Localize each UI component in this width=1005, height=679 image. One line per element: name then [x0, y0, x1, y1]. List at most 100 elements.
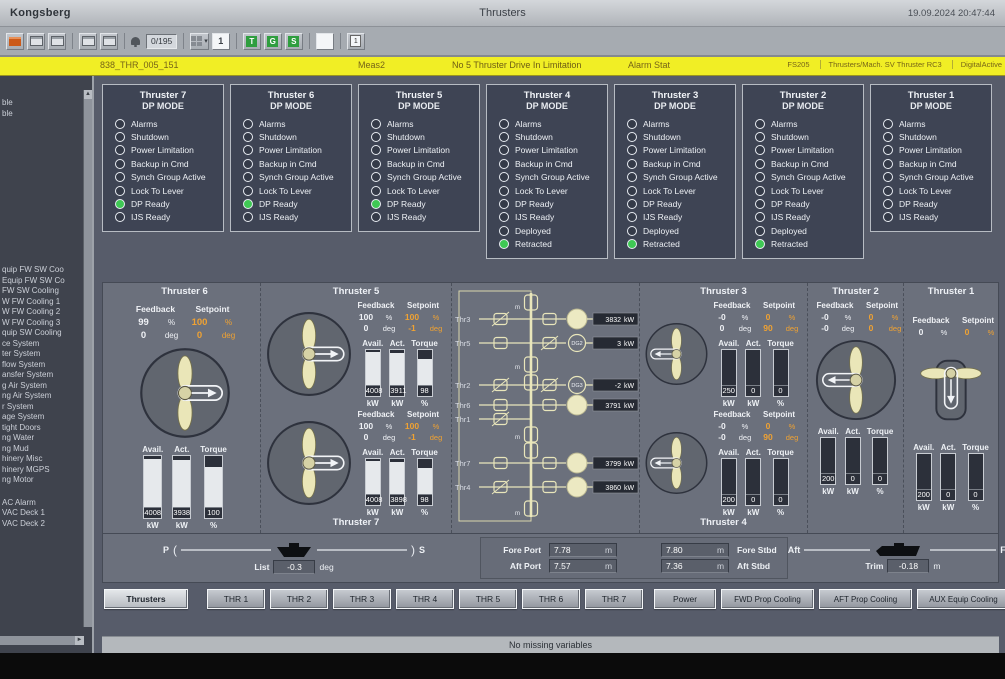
nav-button[interactable]: AUX Equip Cooling — [917, 589, 1005, 609]
mode-label: DP MODE — [491, 101, 603, 111]
sidebar-item[interactable]: VAC Deck 2 — [0, 519, 92, 530]
sidebar-item[interactable]: VAC Deck 1 — [0, 508, 92, 519]
led-indicator-icon — [627, 159, 637, 169]
status-led-row: Backup in Cmd — [363, 157, 475, 170]
sidebar-item[interactable]: ce System — [0, 339, 92, 350]
sidebar-item[interactable]: ansfer System — [0, 370, 92, 381]
bar-unit: kW — [147, 521, 159, 530]
sidebar-item[interactable]: quip FW SW Coo — [0, 265, 92, 276]
alarm-line[interactable]: 838_THR_005_151 Meas2 No 5 Thruster Driv… — [0, 57, 1005, 76]
sidebar-item[interactable]: ng Water — [0, 433, 92, 444]
setpoint-deg: 90 — [755, 432, 781, 444]
led-indicator-icon — [115, 145, 125, 155]
sidebar-item[interactable]: W FW Cooling 1 — [0, 297, 92, 308]
print-button[interactable] — [79, 33, 97, 50]
sidebar-item[interactable]: tight Doors — [0, 423, 92, 434]
unit: m — [605, 561, 612, 571]
fore-port-label: Fore Port — [491, 545, 541, 555]
led-indicator-icon — [755, 119, 765, 129]
unit: % — [781, 421, 803, 433]
status-led-row: Power Limitation — [619, 144, 731, 157]
system-button[interactable]: S — [285, 33, 303, 50]
blank-button[interactable] — [316, 33, 334, 50]
bar-label: Act. — [390, 448, 405, 457]
led-indicator-icon — [371, 145, 381, 155]
svg-text:m: m — [515, 365, 520, 371]
window-button-1[interactable] — [27, 33, 45, 50]
sidebar-item[interactable]: FW SW Cooling — [0, 286, 92, 297]
nav-button[interactable]: THR 4 — [396, 589, 454, 609]
alarm-silence-button[interactable] — [6, 33, 24, 50]
sidebar-item[interactable]: age System — [0, 412, 92, 423]
page-number-button[interactable]: 1 — [212, 33, 230, 50]
fwd-label: Fwd — [1000, 545, 1005, 555]
led-label: Alarms — [637, 119, 669, 129]
bar-label: Act. — [390, 339, 405, 348]
sidebar-item[interactable]: ble — [0, 98, 92, 109]
led-label: Shutdown — [637, 132, 681, 142]
content-area: Thruster 7 DP MODE Alarms — [94, 76, 1005, 653]
led-label: Alarms — [253, 119, 285, 129]
svg-text:DG2: DG2 — [571, 341, 582, 347]
sidebar-item[interactable]: Equip FW SW Co — [0, 276, 92, 287]
aft-port-value: 7.57 m — [549, 559, 617, 573]
setpoint-pct: 100 — [399, 312, 425, 324]
nav-button[interactable]: AFT Prop Cooling — [819, 589, 912, 609]
sidebar-item[interactable]: W FW Cooling 2 — [0, 307, 92, 318]
window-button-2[interactable] — [48, 33, 66, 50]
sidebar-item[interactable]: flow System — [0, 360, 92, 371]
fore-stbd-value: 7.80 m — [661, 543, 729, 557]
nav-button[interactable]: Thrusters — [104, 589, 188, 609]
sidebar-item[interactable]: ng Air System — [0, 391, 92, 402]
nav-button[interactable]: THR 2 — [270, 589, 328, 609]
sidebar-item[interactable]: hinery MGPS — [0, 465, 92, 476]
g-icon: G — [267, 36, 278, 47]
bar-label: Torque — [411, 339, 438, 348]
sidebar-item[interactable]: AC Alarm — [0, 498, 92, 509]
bar-unit: kW — [747, 399, 759, 408]
scroll-up-icon[interactable]: ▲ — [84, 90, 92, 99]
nav-button[interactable]: FWD Prop Cooling — [721, 589, 814, 609]
sidebar-item[interactable]: W FW Cooling 3 — [0, 318, 92, 329]
sidebar-item[interactable]: quip SW Cooling — [0, 328, 92, 339]
alarm-status: Alarm Stat — [628, 60, 670, 70]
fore-draft-row: Fore Port 7.78 m 7.80 m Fore Stbd — [491, 542, 777, 558]
nav-button[interactable]: THR 1 — [207, 589, 265, 609]
export-button[interactable] — [100, 33, 118, 50]
sidebar-item[interactable]: hinery Misc — [0, 454, 92, 465]
mode-label: DP MODE — [107, 101, 219, 111]
led-indicator-icon — [115, 186, 125, 196]
svg-text:Thr4: Thr4 — [455, 483, 470, 492]
group-button[interactable]: G — [264, 33, 282, 50]
led-label: Lock To Lever — [509, 186, 568, 196]
sidebar-item[interactable]: ter System — [0, 349, 92, 360]
nav-button[interactable]: THR 7 — [585, 589, 643, 609]
sidebar-item[interactable]: ng Mud — [0, 444, 92, 455]
unit: % — [735, 312, 755, 324]
feedback-deg: -0 — [812, 323, 838, 335]
sidebar-item[interactable]: r System — [0, 402, 92, 413]
dp-mode-panel: Thruster 3 DP MODE Alarms — [614, 84, 736, 259]
scroll-right-icon[interactable]: ► — [75, 636, 84, 645]
sidebar-item[interactable]: ble — [0, 109, 92, 120]
status-led-row: Synch Group Active — [363, 171, 475, 184]
bar-track: 4008 — [365, 349, 381, 397]
trend-button[interactable]: T — [243, 33, 261, 50]
led-label: Synch Group Active — [125, 172, 206, 182]
nav-button[interactable]: THR 6 — [522, 589, 580, 609]
sidebar-item[interactable]: g Air System — [0, 381, 92, 392]
sidebar-vertical-scrollbar[interactable]: ▲ — [83, 90, 92, 627]
status-led-row: Lock To Lever — [107, 184, 219, 197]
sidebar-item[interactable]: ng Motor — [0, 475, 92, 486]
led-label: Lock To Lever — [765, 186, 824, 196]
sidebar-horizontal-scrollbar[interactable]: ► — [0, 636, 84, 645]
nav-button[interactable]: Power — [654, 589, 716, 609]
unit: m — [717, 561, 724, 571]
nav-button[interactable]: THR 5 — [459, 589, 517, 609]
aft-label: Aft — [788, 545, 801, 555]
nav-button[interactable]: THR 3 — [333, 589, 391, 609]
list-value: -0.3 — [273, 560, 315, 574]
mini-page-button[interactable]: 1 — [347, 33, 365, 50]
view-layout-button[interactable]: ▾ — [190, 33, 209, 50]
led-indicator-icon — [243, 145, 253, 155]
